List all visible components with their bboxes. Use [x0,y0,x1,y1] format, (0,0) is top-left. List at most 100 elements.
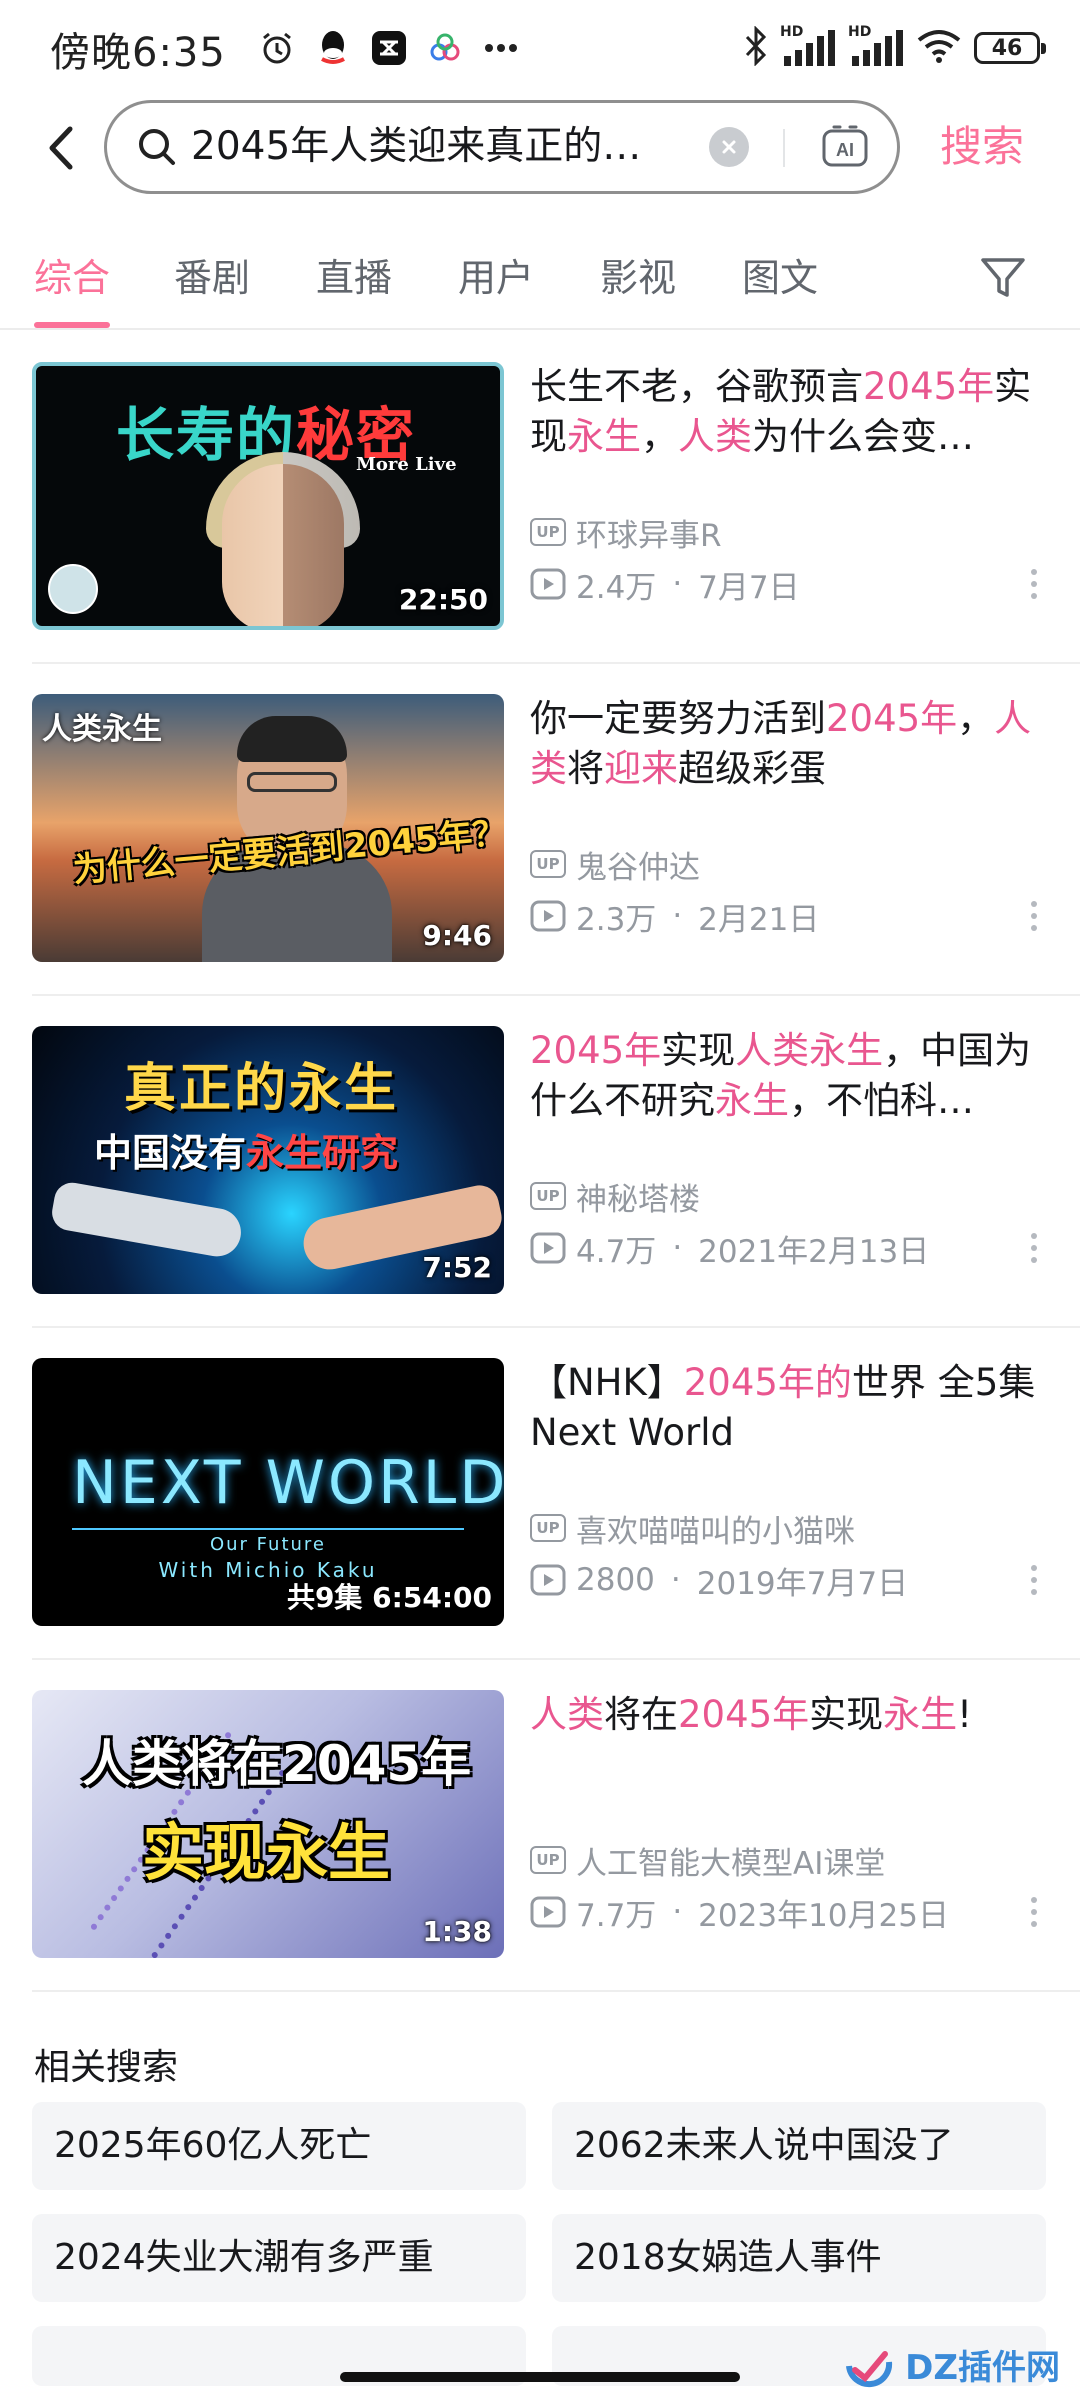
more-options-button[interactable] [1022,894,1046,938]
system-status-icons: HD HD 46 [744,24,1046,72]
filter-button[interactable] [976,250,1030,306]
up-badge-icon: UP [530,850,566,878]
view-count: 7.7万 [576,1897,657,1934]
stats-row: 2.3万 · 2月21日 [530,894,819,938]
more-options-button[interactable] [1022,1890,1046,1934]
separator: · [672,1894,683,1930]
publish-date: 2019年7月7日 [696,1565,909,1602]
thumbnail-art [237,716,347,762]
back-arrow-icon [49,126,73,170]
thumbnail-title: 真正的永生 [124,1059,400,1119]
uploader-row[interactable]: UP 喜欢喵喵叫的小猫咪 [530,1506,855,1550]
robot-hand-art [49,1179,245,1261]
stats-row: 2.4万 · 7月7日 [530,562,800,606]
related-search-chip[interactable]: 2062未来人说中国没了 [552,2102,1046,2190]
signal-icon-2: HD [848,24,904,68]
tab-bangumi[interactable]: 番剧 [174,248,250,308]
up-badge-icon: UP [530,1182,566,1210]
video-result-1[interactable]: 长寿的秘密 More Live 22:50 长生不老，谷歌预言2045年实现永生… [32,332,1080,664]
publish-date: 2021年2月13日 [698,1233,930,1270]
video-title[interactable]: 长生不老，谷歌预言2045年实现永生，人类为什么会变… [530,362,1066,462]
signal-icon: HD [780,24,836,68]
video-title[interactable]: 2045年实现人类永生，中国为什么不研究永生，不怕科… [530,1026,1066,1126]
status-time: 傍晚6:35 [50,30,226,76]
app-notification-icon [370,29,408,67]
search-icon [135,125,179,169]
home-gesture-bar[interactable] [340,2372,740,2382]
separator: · [672,1230,683,1266]
clear-search-button[interactable] [709,127,749,167]
video-thumbnail[interactable]: NEXT WORLD Our Future With Michio Kaku 共… [32,1358,504,1626]
view-count: 2800 [576,1562,655,1598]
tab-users[interactable]: 用户 [458,248,534,308]
uploader-row[interactable]: UP 鬼谷仲达 [530,842,700,886]
tab-comprehensive[interactable]: 综合 [34,248,110,308]
video-thumbnail[interactable]: 人类将在2045年 实现永生 1:38 [32,1690,504,1958]
video-title[interactable]: 你一定要努力活到2045年，人类将迎来超级彩蛋 [530,694,1066,794]
play-icon [530,568,566,600]
view-count: 4.7万 [576,1233,657,1270]
uploader-row[interactable]: UP 人工智能大模型AI课堂 [530,1838,885,1882]
play-icon [530,1232,566,1264]
qq-icon [314,29,352,67]
up-badge-icon: UP [530,518,566,546]
filter-icon [981,258,1025,297]
alarm-icon [258,29,296,67]
video-result-5[interactable]: 人类将在2045年 实现永生 1:38 人类将在2045年实现永生! UP 人工… [32,1660,1080,1992]
clear-icon [722,140,736,154]
ai-search-button[interactable]: AI [819,121,871,173]
video-duration: 1:38 [422,1915,492,1948]
thumbnail-subtitle: 实现永生 [142,1816,391,1889]
thumbnail-face-art [222,464,344,626]
up-badge-icon: UP [530,1514,566,1542]
wifi-icon [916,27,962,69]
video-duration: 7:52 [422,1251,492,1284]
video-title[interactable]: 人类将在2045年实现永生! [530,1690,1066,1740]
active-tab-indicator [34,322,110,328]
uploader-name: 鬼谷仲达 [576,849,700,886]
notification-icons [258,26,520,70]
thumbnail-subtitle: 中国没有永生研究 [94,1131,399,1175]
back-button[interactable] [38,118,84,178]
more-notifications-icon [482,29,520,67]
more-options-button[interactable] [1022,1558,1046,1602]
related-search-chip[interactable]: 2025年60亿人死亡 [32,2102,526,2190]
more-options-button[interactable] [1022,1226,1046,1270]
channel-logo [48,564,98,614]
search-submit-button[interactable]: 搜索 [940,112,1024,182]
thumbnail-rule [72,1528,464,1530]
video-thumbnail[interactable]: 真正的永生 中国没有永生研究 7:52 [32,1026,504,1294]
related-search-chip[interactable]: 2024失业大潮有多严重 [32,2214,526,2302]
video-result-4[interactable]: NEXT WORLD Our Future With Michio Kaku 共… [32,1328,1080,1660]
video-thumbnail[interactable]: 长寿的秘密 More Live 22:50 [32,362,504,630]
play-icon [530,1564,566,1596]
uploader-name: 环球异事R [576,517,722,554]
search-input[interactable]: 2045年人类迎来真正的… AI [104,100,900,194]
divider [32,1990,1080,1992]
video-result-3[interactable]: 真正的永生 中国没有永生研究 7:52 2045年实现人类永生，中国为什么不研究… [32,996,1080,1328]
video-thumbnail[interactable]: 人类永生 为什么一定要活到2045年？ 9:46 [32,694,504,962]
uploader-row[interactable]: UP 环球异事R [530,510,722,554]
more-options-button[interactable] [1022,562,1046,606]
search-results-screen: 傍晚6:35 HD HD 46 2045年人类迎来真正的… AI 搜索 综合 番… [0,0,1080,2400]
watermark-text: DZ插件网 [905,2347,1060,2388]
search-query-text[interactable]: 2045年人类迎来真正的… [191,119,771,175]
related-search-chip[interactable]: 2018女娲造人事件 [552,2214,1046,2302]
video-title[interactable]: 【NHK】2045年的世界 全5集 Next World [530,1358,1066,1458]
search-tabs: 综合 番剧 直播 用户 影视 图文 [0,236,1080,330]
search-divider [783,129,785,167]
publish-date: 7月7日 [698,569,800,606]
tab-articles[interactable]: 图文 [742,248,818,308]
up-badge-icon: UP [530,1846,566,1874]
uploader-row[interactable]: UP 神秘塔楼 [530,1174,700,1218]
watermark: DZ插件网 [841,2336,1060,2392]
bluetooth-icon [744,25,768,70]
video-duration: 9:46 [422,919,492,952]
thumbnail-art [247,772,337,792]
status-bar: 傍晚6:35 HD HD 46 [0,0,1080,96]
video-result-2[interactable]: 人类永生 为什么一定要活到2045年？ 9:46 你一定要努力活到2045年，人… [32,664,1080,996]
separator: · [672,566,683,602]
tab-film[interactable]: 影视 [600,248,676,308]
tab-live[interactable]: 直播 [316,248,392,308]
stats-row: 2800 · 2019年7月7日 [530,1558,908,1602]
